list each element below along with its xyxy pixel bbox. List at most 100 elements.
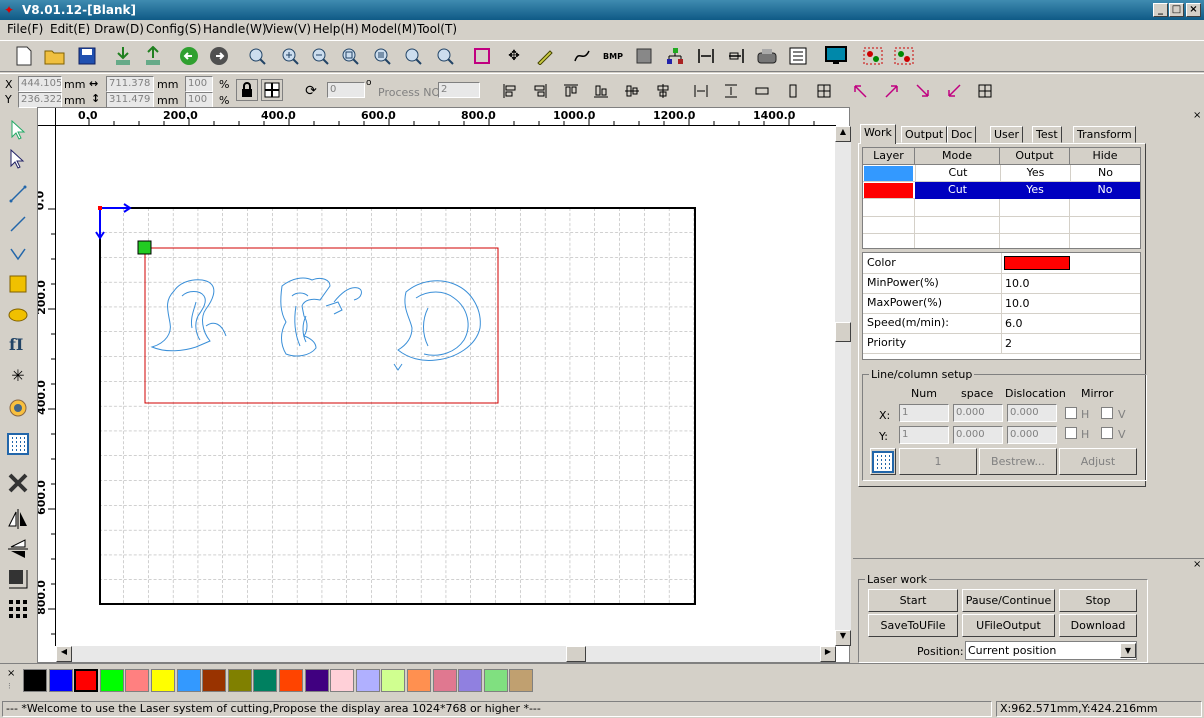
palette-swatch[interactable] [176,669,201,692]
palette-swatch[interactable] [330,669,355,692]
tab-work[interactable]: Work [860,124,896,144]
prop-color-swatch[interactable] [1004,256,1070,270]
point-icon[interactable]: ✳ [5,362,31,388]
align-width-icon[interactable] [694,44,718,68]
prop-priority-value[interactable]: 2 [1005,337,1012,350]
position-select[interactable]: Current position ▼ [965,641,1137,660]
scale-x-field[interactable]: 100 [185,76,213,92]
menu-view[interactable]: View(V) [265,22,311,36]
same-size-icon[interactable] [812,79,836,103]
layer-color-swatch[interactable] [864,183,913,198]
align-bottom-icon[interactable] [589,79,613,103]
align-center-v-icon[interactable] [651,79,675,103]
stop-button[interactable]: Stop [1059,589,1137,612]
lc-num-button[interactable]: 1 [899,448,977,475]
prop-speed-value[interactable]: 6.0 [1005,317,1023,330]
dots-red-icon[interactable] [861,44,885,68]
size-icon[interactable] [5,566,31,592]
palette-swatch[interactable] [202,669,227,692]
download-button[interactable]: Download [1059,614,1137,637]
array-grid-icon[interactable] [5,431,31,457]
palette-swatch[interactable] [304,669,329,692]
zoom-all-icon[interactable] [370,44,394,68]
work-area[interactable] [56,126,836,646]
bestrew-button[interactable]: Bestrew... [979,448,1057,475]
palette-swatch[interactable] [279,669,303,692]
minimize-button[interactable]: _ [1153,3,1168,17]
layer-row[interactable]: Cut Yes No [863,165,1140,182]
align-top-icon[interactable] [559,79,583,103]
zoom-in-icon[interactable] [278,44,302,68]
height-field[interactable]: 311.479 [106,92,154,108]
curve-icon[interactable] [570,44,594,68]
open-folder-icon[interactable] [43,44,67,68]
palette-swatch[interactable] [381,669,406,692]
new-file-icon[interactable] [12,44,36,68]
undo-icon[interactable] [177,44,201,68]
h-scrollbar[interactable]: ◀ ▶ [56,646,836,662]
prop-minpower-value[interactable]: 10.0 [1005,277,1030,290]
pause-continue-button[interactable]: Pause/Continue [962,589,1055,612]
zoom-out-icon[interactable] [308,44,332,68]
scale-y-field[interactable]: 100 [185,92,213,108]
node-arrow-icon[interactable] [5,146,31,172]
array-grid-button[interactable] [870,448,896,475]
rectangle-icon[interactable] [5,271,31,297]
menu-model[interactable]: Model(M) [361,22,417,36]
tab-output[interactable]: Output [901,126,948,143]
menu-tool[interactable]: Tool(T) [417,22,457,36]
ufile-output-button[interactable]: UFileOutput [962,614,1055,637]
polyline-icon[interactable] [5,211,31,237]
tab-test[interactable]: Test [1032,126,1062,143]
h-scroll-thumb[interactable] [566,646,586,662]
zoom-pan-icon[interactable] [245,44,269,68]
line-icon[interactable] [5,181,31,207]
palette-close-icon[interactable]: × [7,668,15,679]
scroll-right-arrow-icon[interactable]: ▶ [820,646,836,662]
dots-green-icon[interactable] [892,44,916,68]
palette-swatch[interactable] [483,669,508,692]
rectangle-fill-icon[interactable] [632,44,656,68]
bitmap-icon[interactable]: BMP [601,44,625,68]
palette-swatch[interactable] [509,669,534,692]
zoom-page-icon[interactable] [401,44,425,68]
maximize-button[interactable]: □ [1169,3,1184,17]
v-scrollbar[interactable]: ▲ ▼ [835,126,851,646]
scroll-down-arrow-icon[interactable]: ▼ [835,630,851,646]
save-icon[interactable] [75,44,99,68]
rotate-field[interactable]: 0 [327,82,365,98]
align-left-icon[interactable] [498,79,522,103]
x-position-field[interactable]: 444.105 [18,76,62,92]
palette-swatch[interactable] [432,669,457,692]
polygon-icon[interactable] [5,241,31,267]
zoom-select-icon[interactable] [433,44,457,68]
menu-config[interactable]: Config(S) [146,22,201,36]
equal-space-v-icon[interactable] [719,79,743,103]
layer-output[interactable]: Yes [1000,182,1070,198]
v-scroll-thumb[interactable] [835,322,851,342]
layer-row-selected[interactable]: Cut Yes No [863,182,1140,199]
select-frame-icon[interactable] [470,44,494,68]
palette-swatch[interactable] [355,669,380,692]
equal-space-h-icon[interactable] [689,79,713,103]
arrow-top-left-icon[interactable] [848,79,872,103]
delete-x-icon[interactable] [5,470,31,496]
save-to-ufile-button[interactable]: SaveToUFile [868,614,958,637]
lc-x-num[interactable]: 1 [899,404,949,422]
machine-icon[interactable] [755,44,779,68]
tab-doc[interactable]: Doc [947,126,977,143]
layer-mode[interactable]: Cut [915,165,1000,181]
array-copy-icon[interactable] [5,596,31,622]
palette-swatch[interactable] [407,669,431,692]
start-button[interactable]: Start [868,589,958,612]
palette-swatch[interactable] [253,669,278,692]
same-height-icon[interactable] [781,79,805,103]
align-right-edge-icon[interactable] [528,79,552,103]
origin-marker[interactable] [137,240,152,255]
mirror-x-h-checkbox[interactable] [1065,407,1077,419]
scroll-up-arrow-icon[interactable]: ▲ [835,126,851,142]
select-arrow-icon[interactable] [5,117,31,143]
align-center-h-icon[interactable] [620,79,644,103]
lc-x-space[interactable]: 0.000 [953,404,1003,422]
palette-swatch[interactable] [23,669,47,692]
